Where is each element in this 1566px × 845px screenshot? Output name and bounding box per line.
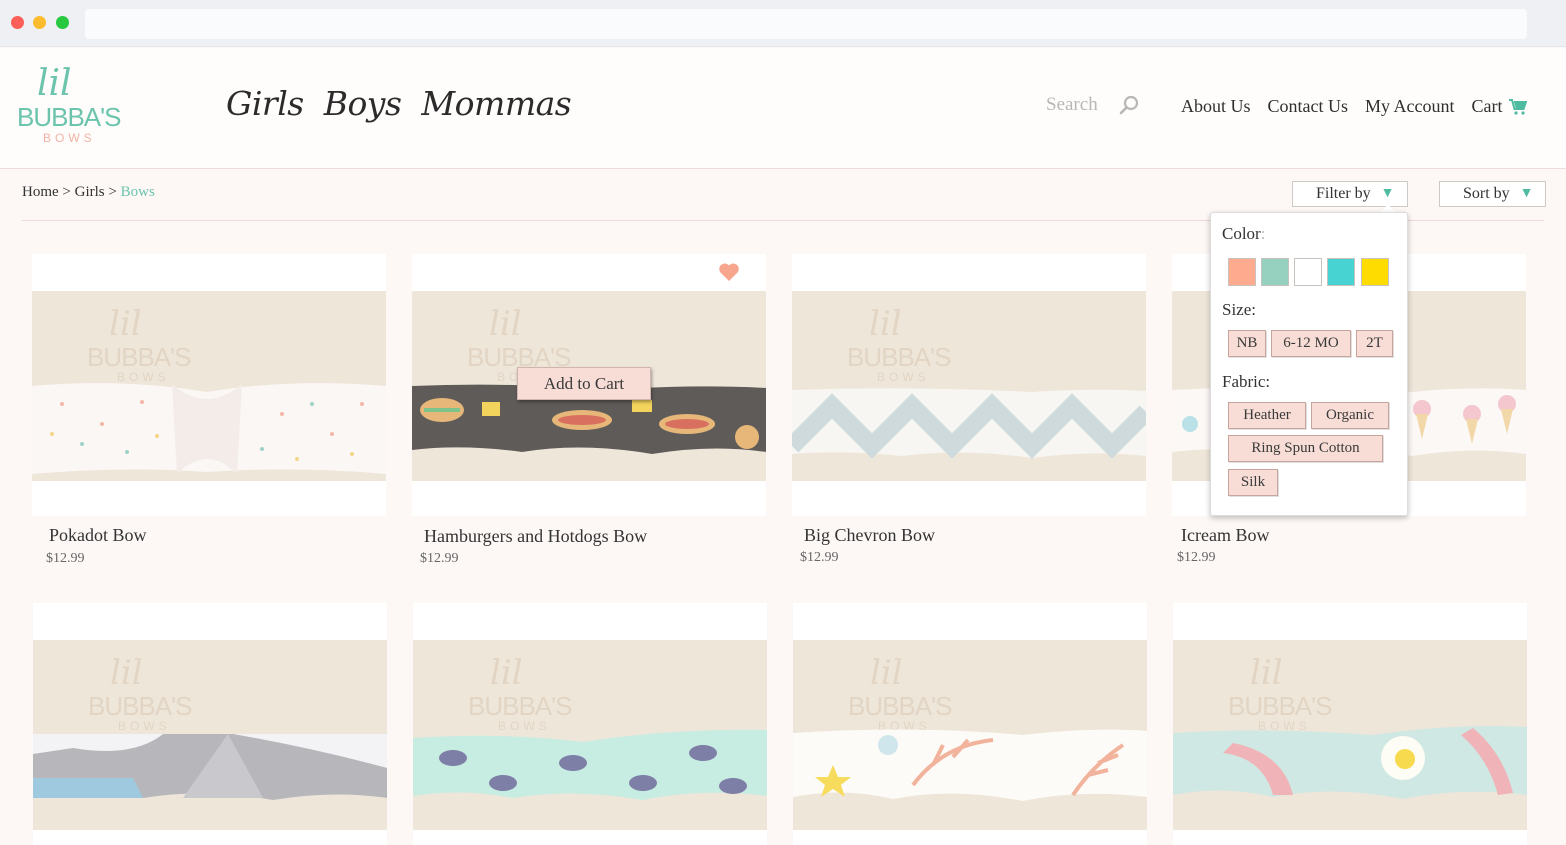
filter-fabric-heading: Fabric:	[1222, 372, 1271, 391]
heart-icon[interactable]	[718, 262, 740, 282]
breadcrumb-separator: >	[62, 184, 71, 200]
nav-contact-us[interactable]: Contact Us	[1268, 96, 1349, 117]
breadcrumb: Home > Girls > Bows	[22, 184, 155, 201]
product-price: $12.99	[800, 550, 839, 565]
filter-panel: Color: Size: NB 6-12 MO 2T Fabric: Heath…	[1210, 212, 1408, 516]
product-card[interactable]: lil BUBBA'S BOWS	[33, 603, 387, 845]
filter-label: Filter by	[1316, 185, 1371, 202]
breadcrumb-home[interactable]: Home	[22, 184, 59, 200]
product-title[interactable]: Big Chevron Bow	[804, 525, 935, 546]
product-image[interactable]: lilBUBBA'SBOWS	[33, 603, 387, 845]
nav-girls[interactable]: Girls	[226, 84, 304, 123]
search-icon[interactable]	[1118, 94, 1140, 116]
logo-bows-text: BOWS	[43, 131, 96, 145]
product-card[interactable]: lil BUBBA'S BOWS	[413, 603, 767, 845]
product-image[interactable]: lilBUBBA'SBOWS	[793, 603, 1147, 845]
product-title[interactable]: Pokadot Bow	[49, 525, 147, 546]
color-swatch-white[interactable]	[1294, 258, 1322, 286]
nav-mommas[interactable]: Mommas	[421, 84, 571, 123]
nav-cart[interactable]: Cart	[1472, 96, 1527, 117]
size-option-6-12-mo[interactable]: 6-12 MO	[1271, 330, 1351, 357]
product-image[interactable]: lilBUBBA'SBOWS	[792, 254, 1146, 516]
search-input[interactable]: Search	[1046, 94, 1098, 116]
add-to-cart-button[interactable]: Add to Cart	[517, 367, 651, 400]
product-price: $12.99	[46, 551, 85, 566]
fabric-option-organic[interactable]: Organic	[1311, 402, 1389, 429]
sort-label: Sort by	[1463, 185, 1510, 202]
logo-bubbas-text: BUBBA'S	[17, 102, 121, 132]
site-logo[interactable]: lil BUBBA'S BOWS	[17, 64, 129, 150]
window-close-button[interactable]	[11, 16, 24, 29]
size-option-nb[interactable]: NB	[1228, 330, 1266, 357]
color-swatch-turquoise[interactable]	[1327, 258, 1355, 286]
window-minimize-button[interactable]	[33, 16, 46, 29]
fabric-option-heather[interactable]: Heather	[1228, 402, 1306, 429]
nav-about-us[interactable]: About Us	[1181, 96, 1251, 117]
breadcrumb-girls[interactable]: Girls	[75, 184, 105, 200]
sort-button[interactable]: Sort by ▼	[1439, 181, 1546, 207]
breadcrumb-separator: >	[108, 184, 117, 200]
product-title[interactable]: Hamburgers and Hotdogs Bow	[424, 526, 647, 547]
nav-boys[interactable]: Boys	[324, 84, 402, 123]
product-image[interactable]: lilBUBBA'SBOWS Add to Cart	[412, 254, 766, 516]
window-zoom-button[interactable]	[56, 16, 69, 29]
filter-color-heading: Color:	[1222, 224, 1266, 243]
product-title[interactable]: Icream Bow	[1181, 525, 1269, 546]
nav-my-account[interactable]: My Account	[1365, 96, 1455, 117]
account-nav: About Us Contact Us My Account Cart	[1181, 96, 1527, 117]
product-card[interactable]: lilBUBBA'SBOWS Add to Cart Hamburgers an…	[412, 254, 766, 574]
triangle-down-icon: ▼	[1380, 186, 1395, 201]
site-header: lil BUBBA'S BOWS Girls Boys Mommas Searc…	[0, 48, 1566, 169]
fabric-option-ring-spun-cotton[interactable]: Ring Spun Cotton	[1228, 435, 1383, 462]
product-card[interactable]: lil BUBBA'S BOWS Pokadot Bow $12.99	[32, 254, 386, 574]
color-swatch-mint[interactable]	[1261, 258, 1289, 286]
product-card[interactable]: lil BUBBA'S BOWS	[1173, 603, 1527, 845]
product-card[interactable]: lil BUBBA'S BOWS	[793, 603, 1147, 845]
address-bar[interactable]	[85, 9, 1527, 39]
product-price: $12.99	[1177, 550, 1216, 565]
category-nav: Girls Boys Mommas	[226, 84, 572, 123]
triangle-down-icon: ▼	[1519, 186, 1534, 201]
browser-chrome	[0, 0, 1566, 47]
size-option-2t[interactable]: 2T	[1356, 330, 1393, 357]
breadcrumb-current: Bows	[120, 184, 155, 200]
logo-lil-text: lil	[37, 63, 72, 104]
shopping-cart-icon	[1508, 98, 1527, 115]
product-image[interactable]: lilBUBBA'SBOWS	[32, 254, 386, 516]
product-card[interactable]: lil BUBBA'S BOWS Big Chevron Bow $12.99	[792, 254, 1146, 574]
cart-label: Cart	[1471, 96, 1503, 116]
product-image[interactable]: lilBUBBA'SBOWS	[413, 603, 767, 845]
search-box[interactable]: Search	[1046, 94, 1140, 116]
color-swatch-yellow[interactable]	[1361, 258, 1389, 286]
color-swatch-peach[interactable]	[1228, 258, 1256, 286]
filter-size-heading: Size:	[1222, 300, 1256, 319]
product-price: $12.99	[420, 551, 459, 566]
product-image[interactable]: lilBUBBA'SBOWS	[1173, 603, 1527, 845]
fabric-option-silk[interactable]: Silk	[1228, 469, 1278, 496]
